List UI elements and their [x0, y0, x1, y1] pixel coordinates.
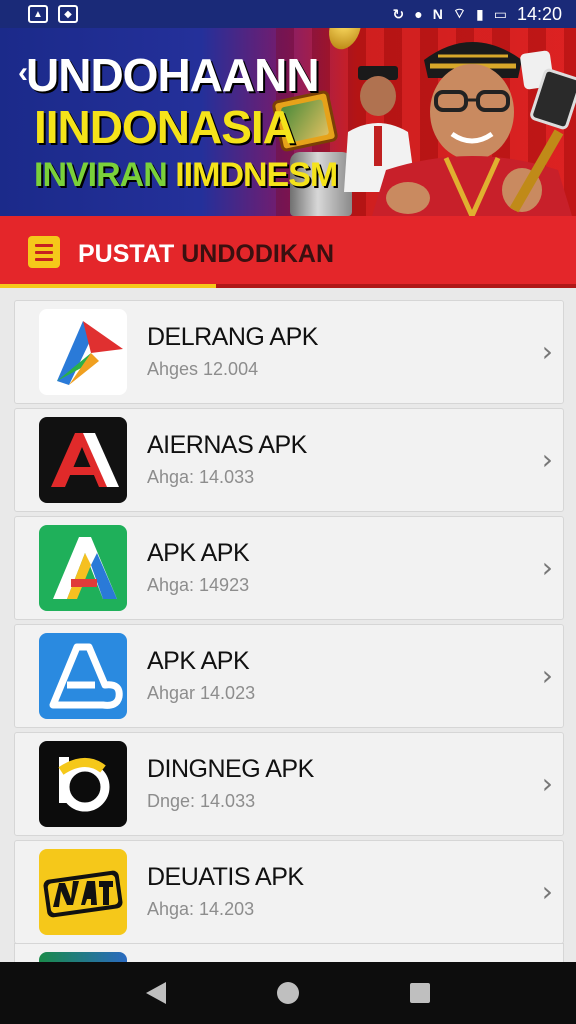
app-list-item[interactable]: APK APK Ahgar 14.023 ›	[14, 624, 564, 728]
app-list-item[interactable]: DINGNEG APK Dnge: 14.033 ›	[14, 732, 564, 836]
banner-title-line-3-green: INVIRAN	[34, 156, 176, 194]
nfc-icon: N	[432, 6, 443, 22]
promo-banner[interactable]: ‹ UNDOHAANN IINDONASIA INVIRAN IIMDNESM	[0, 0, 576, 216]
app-list-item[interactable]: APK APK Ahga: 14923 ›	[14, 516, 564, 620]
wifi-icon: ⌔	[452, 5, 466, 21]
app-name: DINGNEG APK	[147, 755, 314, 783]
chevron-right-icon: ›	[541, 875, 553, 908]
back-icon[interactable]	[145, 982, 166, 1004]
status-bar: ▲ ◆ ↻ ● N ⌔ ▮ ▭ 14:20	[0, 0, 576, 28]
app-name: APK APK	[147, 647, 250, 675]
app-list-item[interactable]: DEUATIS APK Ahga: 14.203 ›	[14, 840, 564, 944]
app-list-item[interactable]: AIERNAS APK Ahga: 14.033 ›	[14, 408, 564, 512]
app-screen: ‹ UNDOHAANN IINDONASIA INVIRAN IIMDNESM …	[0, 0, 576, 1024]
coin-icon: ●	[414, 6, 423, 22]
banner-title-line-3: INVIRAN IIMDNESM	[34, 156, 338, 195]
deuatis-app-icon	[39, 849, 127, 935]
chevron-right-icon: ›	[541, 443, 553, 476]
banner-title-line-1: UNDOHAANN	[26, 49, 320, 101]
app-meta: Ahga: 14923	[147, 575, 250, 595]
app-meta: Ahges 12.004	[147, 359, 259, 379]
delrang-app-icon	[39, 309, 127, 395]
menu-icon[interactable]	[28, 236, 60, 268]
aiernas-app-icon	[39, 417, 127, 503]
status-bar-left: ▲ ◆	[28, 5, 78, 23]
section-header: PUSTAT UNDODIKAN	[0, 216, 576, 288]
section-title-dark: UNDODIKAN	[181, 240, 335, 268]
app-name: APK APK	[147, 539, 250, 567]
battery-icon: ▭	[493, 5, 507, 22]
gallery-notification-icon: ◆	[58, 5, 78, 23]
sync-icon: ↻	[392, 5, 405, 22]
chevron-right-icon: ›	[541, 551, 553, 584]
banner-title-line-2: IINDONASIA	[34, 101, 296, 153]
home-icon[interactable]	[276, 982, 299, 1004]
chevron-right-icon: ›	[541, 335, 553, 368]
app-name: AIERNAS APK	[147, 431, 307, 459]
section-title-white: PUSTAT	[78, 240, 182, 268]
app-meta: Ahga: 14.203	[147, 899, 255, 919]
dingneg-app-icon	[39, 741, 127, 827]
chevron-right-icon: ›	[541, 767, 553, 800]
status-time: 14:20	[516, 3, 562, 24]
recents-icon[interactable]	[410, 983, 431, 1003]
green-apk-app-icon	[39, 525, 127, 611]
chevron-right-icon: ›	[541, 659, 553, 692]
app-name: DELRANG APK	[147, 323, 318, 351]
image-notification-icon: ▲	[28, 5, 48, 23]
app-meta: Ahga: 14.033	[147, 467, 255, 487]
app-list: DELRANG APK Ahges 12.004 › AIERNAS APK A…	[14, 300, 564, 948]
app-name: DEUATIS APK	[147, 863, 304, 891]
signal-icon: ▮	[476, 5, 484, 22]
banner-title-line-3-yellow: IIMDNESM	[175, 156, 338, 194]
active-tab-underline	[0, 284, 216, 288]
app-list-item[interactable]: DELRANG APK Ahges 12.004 ›	[14, 300, 564, 404]
app-meta: Dnge: 14.033	[147, 791, 256, 811]
status-bar-right: ↻ ● N ⌔ ▮ ▭ 14:20	[393, 4, 563, 25]
navigation-bar	[0, 962, 576, 1024]
app-meta: Ahgar 14.023	[147, 683, 256, 703]
section-title: PUSTAT UNDODIKAN	[78, 240, 334, 269]
blue-apk-app-icon	[39, 633, 127, 719]
